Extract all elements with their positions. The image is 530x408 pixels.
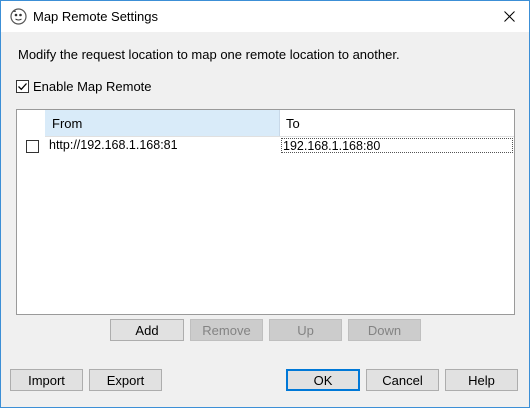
map-remote-settings-dialog: Map Remote Settings Modify the request l…	[0, 0, 530, 408]
table-row[interactable]: http://192.168.1.168:81 192.168.1.168:80	[17, 137, 514, 155]
column-header-from[interactable]: From	[45, 110, 280, 136]
import-button[interactable]: Import	[10, 369, 83, 391]
up-button[interactable]: Up	[269, 319, 342, 341]
ok-button[interactable]: OK	[286, 369, 360, 391]
row-enabled-checkbox[interactable]	[26, 140, 39, 153]
cancel-button[interactable]: Cancel	[366, 369, 439, 391]
mapping-table: From To http://192.168.1.168:81 192.168.…	[16, 109, 515, 315]
cell-to[interactable]: 192.168.1.168:80	[281, 138, 513, 153]
checkbox-checked-icon[interactable]	[16, 79, 29, 93]
app-logo-icon	[10, 8, 27, 25]
title-bar: Map Remote Settings	[1, 1, 529, 32]
add-button[interactable]: Add	[110, 319, 184, 341]
remove-button[interactable]: Remove	[190, 319, 263, 341]
down-button[interactable]: Down	[348, 319, 421, 341]
close-button[interactable]	[489, 1, 529, 32]
table-header: From To	[45, 110, 514, 137]
close-icon	[503, 11, 515, 22]
enable-map-remote-checkbox[interactable]: Enable Map Remote	[16, 78, 152, 94]
help-button[interactable]: Help	[445, 369, 518, 391]
enable-map-remote-label: Enable Map Remote	[33, 78, 152, 94]
description-text: Modify the request location to map one r…	[18, 47, 400, 62]
window-title: Map Remote Settings	[33, 9, 159, 24]
export-button[interactable]: Export	[89, 369, 162, 391]
cell-from[interactable]: http://192.168.1.168:81	[49, 138, 178, 152]
column-header-to[interactable]: To	[280, 110, 514, 136]
